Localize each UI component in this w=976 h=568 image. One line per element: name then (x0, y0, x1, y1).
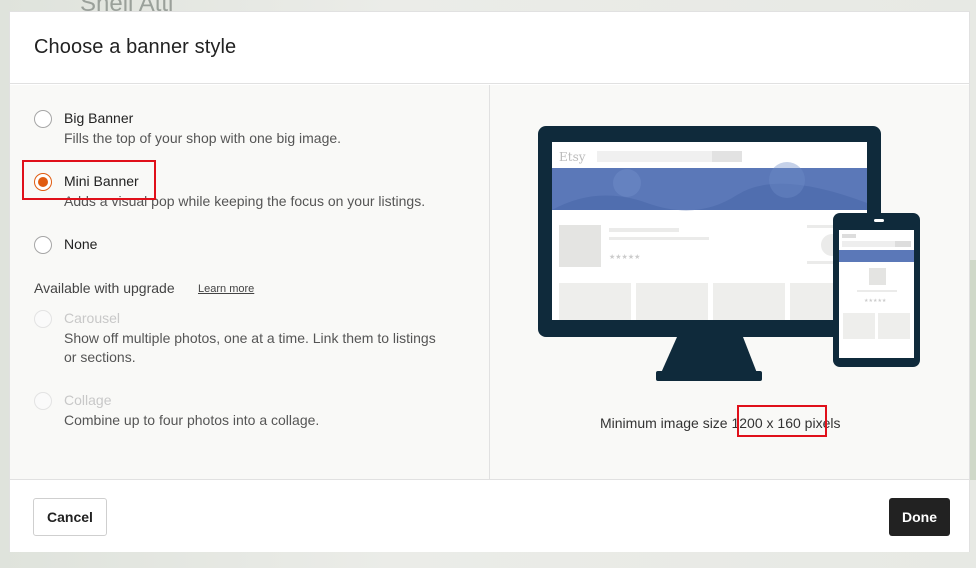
big-banner-description: Fills the top of your shop with one big … (64, 130, 342, 146)
phone-shop-line (857, 290, 897, 292)
big-banner-radio[interactable] (34, 110, 52, 128)
collage-label: Collage (64, 392, 112, 408)
preview-banner-blot (613, 169, 641, 197)
collage-radio (34, 392, 52, 410)
banner-style-dialog: Choose a banner style Big Banner Fills t… (9, 11, 970, 552)
phone-logo (842, 234, 856, 238)
dialog-body: Big Banner Fills the top of your shop wi… (10, 85, 969, 479)
preview-stars: ★★★★★ (609, 253, 640, 261)
cancel-button[interactable]: Cancel (33, 498, 107, 536)
phone-speaker (874, 219, 884, 222)
monitor-base (656, 371, 762, 381)
big-banner-label: Big Banner (64, 110, 134, 126)
preview-banner-blot (769, 162, 805, 198)
none-label: None (64, 236, 98, 252)
phone-mini-banner (839, 250, 914, 262)
phone-stars: ★★★★★ (864, 298, 887, 304)
device-preview-illustration: Etsy ★★★★★ ★★★★★ (538, 126, 920, 381)
phone-listing-tile (843, 313, 875, 339)
carousel-radio (34, 310, 52, 328)
banner-preview-panel: Etsy ★★★★★ ★★★★★ Minimum image size 1200… (490, 85, 969, 479)
preview-shop-line (609, 237, 709, 240)
preview-shop-title (609, 228, 679, 232)
mini-banner-highlight (22, 160, 156, 200)
carousel-label: Carousel (64, 310, 121, 326)
dialog-footer: Cancel Done (10, 479, 969, 552)
dialog-title: Choose a banner style (34, 36, 237, 58)
carousel-description: Show off multiple photos, one at a time.… (64, 330, 436, 365)
dialog-header: Choose a banner style (10, 12, 969, 84)
phone-search-button (895, 241, 911, 247)
preview-listing-tile (713, 283, 785, 320)
preview-shop-avatar (559, 225, 601, 267)
preview-brand: Etsy (559, 150, 586, 164)
preview-listing-tile (559, 283, 631, 320)
phone-listing-tile (878, 313, 910, 339)
min-size-prefix: Minimum image size (600, 415, 728, 431)
preview-search-button (712, 151, 742, 162)
learn-more-link[interactable]: Learn more (198, 283, 254, 295)
phone-shop-avatar (869, 268, 886, 285)
banner-options-panel: Big Banner Fills the top of your shop wi… (10, 85, 490, 479)
collage-description: Combine up to four photos into a collage… (64, 412, 320, 428)
preview-listing-tile (636, 283, 708, 320)
min-size-highlight (737, 405, 827, 437)
monitor-stand (661, 337, 757, 373)
upgrade-heading: Available with upgrade (34, 280, 175, 296)
done-button[interactable]: Done (889, 498, 950, 536)
none-radio[interactable] (34, 236, 52, 254)
